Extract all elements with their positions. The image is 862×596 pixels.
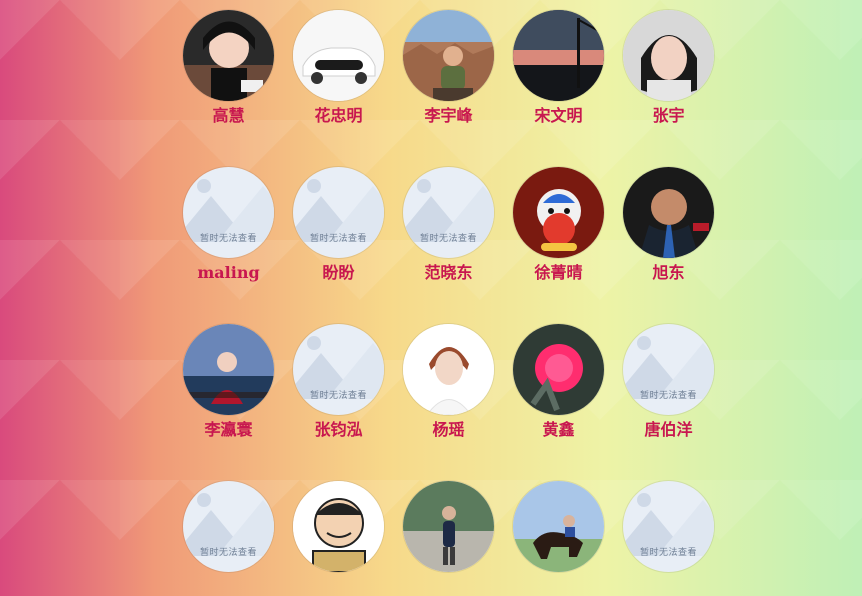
avatar-image-steps bbox=[403, 481, 494, 572]
avatar-image-horse bbox=[513, 481, 604, 572]
avatar-image-toy bbox=[513, 167, 604, 258]
avatar-placeholder[interactable]: 暂时无法查看 bbox=[183, 167, 274, 258]
person-card[interactable]: 暂时无法查看 bbox=[623, 481, 714, 596]
avatar-photo[interactable] bbox=[513, 481, 604, 572]
avatar-photo[interactable] bbox=[293, 481, 384, 572]
person-name: 张钧泓 bbox=[314, 420, 363, 439]
person-name: 范晓东 bbox=[424, 263, 473, 282]
placeholder-text: 暂时无法查看 bbox=[639, 548, 697, 558]
avatar-photo[interactable] bbox=[183, 10, 274, 101]
person-card[interactable]: 徐菁晴 bbox=[513, 167, 604, 282]
person-name: 张宇 bbox=[652, 106, 685, 125]
avatar-photo[interactable] bbox=[513, 167, 604, 258]
placeholder-sun-icon bbox=[637, 493, 651, 507]
avatar-placeholder[interactable]: 暂时无法查看 bbox=[293, 167, 384, 258]
placeholder-sun-icon bbox=[307, 336, 321, 350]
avatar-photo[interactable] bbox=[513, 10, 604, 101]
avatar-image-woman bbox=[623, 10, 714, 101]
avatar-placeholder[interactable]: 暂时无法查看 bbox=[623, 481, 714, 572]
avatar-placeholder[interactable]: 暂时无法查看 bbox=[403, 167, 494, 258]
avatar-photo[interactable] bbox=[403, 481, 494, 572]
placeholder-text: 暂时无法查看 bbox=[309, 391, 367, 401]
avatar-placeholder[interactable]: 暂时无法查看 bbox=[183, 481, 274, 572]
avatar-photo[interactable] bbox=[623, 10, 714, 101]
person-card[interactable]: 黄鑫 bbox=[513, 324, 604, 439]
person-name: 旭东 bbox=[652, 263, 685, 282]
placeholder-sun-icon bbox=[637, 336, 651, 350]
avatar-photo[interactable] bbox=[183, 324, 274, 415]
avatar-photo[interactable] bbox=[623, 167, 714, 258]
person-card[interactable] bbox=[403, 481, 494, 596]
person-card[interactable] bbox=[293, 481, 384, 596]
avatar-image-flower bbox=[513, 324, 604, 415]
placeholder-sun-icon bbox=[307, 179, 321, 193]
avatar-image-car bbox=[293, 10, 384, 101]
person-card[interactable]: 暂时无法查看 唐伯洋 bbox=[623, 324, 714, 439]
avatar-image-girl bbox=[183, 10, 274, 101]
person-card[interactable]: 暂时无法查看 盼盼 bbox=[293, 167, 384, 282]
people-grid-container: 高慧 花忠明 李宇峰 宋文明 张宇 暂时无法查看 maling 暂时无法查看 盼… bbox=[183, 10, 723, 572]
placeholder-text: 暂时无法查看 bbox=[639, 391, 697, 401]
person-name: 花忠明 bbox=[314, 106, 363, 125]
person-name: maling bbox=[197, 263, 260, 282]
placeholder-text: 暂时无法查看 bbox=[419, 234, 477, 244]
avatar-placeholder[interactable]: 暂时无法查看 bbox=[623, 324, 714, 415]
person-name: 徐菁晴 bbox=[534, 263, 583, 282]
person-card[interactable]: 花忠明 bbox=[293, 10, 384, 125]
person-name: 李瀛寰 bbox=[204, 420, 253, 439]
avatar-image-portrait bbox=[403, 324, 494, 415]
person-card[interactable]: 暂时无法查看 maling bbox=[183, 167, 274, 282]
person-card[interactable]: 李宇峰 bbox=[403, 10, 494, 125]
avatar-image-canyon bbox=[403, 10, 494, 101]
avatar-image-lake bbox=[183, 324, 274, 415]
person-card[interactable] bbox=[513, 481, 604, 596]
person-name: 盼盼 bbox=[322, 263, 355, 282]
person-name: 杨瑶 bbox=[432, 420, 465, 439]
placeholder-sun-icon bbox=[417, 179, 431, 193]
avatar-image-sunset bbox=[513, 10, 604, 101]
person-name: 宋文明 bbox=[534, 106, 583, 125]
person-card[interactable]: 宋文明 bbox=[513, 10, 604, 125]
person-card[interactable]: 暂时无法查看 张钧泓 bbox=[293, 324, 384, 439]
person-name: 李宇峰 bbox=[424, 106, 473, 125]
person-name: 高慧 bbox=[212, 106, 245, 125]
placeholder-sun-icon bbox=[197, 493, 211, 507]
person-card[interactable]: 张宇 bbox=[623, 10, 714, 125]
person-name: 唐伯洋 bbox=[644, 420, 693, 439]
person-card[interactable]: 暂时无法查看 范晓东 bbox=[403, 167, 494, 282]
placeholder-text: 暂时无法查看 bbox=[309, 234, 367, 244]
person-name: 黄鑫 bbox=[542, 420, 575, 439]
avatar-photo[interactable] bbox=[403, 324, 494, 415]
avatar-photo[interactable] bbox=[403, 10, 494, 101]
avatar-photo[interactable] bbox=[293, 10, 384, 101]
person-card[interactable]: 暂时无法查看 bbox=[183, 481, 274, 596]
person-card[interactable]: 杨瑶 bbox=[403, 324, 494, 439]
person-card[interactable]: 高慧 bbox=[183, 10, 274, 125]
avatar-placeholder[interactable]: 暂时无法查看 bbox=[293, 324, 384, 415]
avatar-photo[interactable] bbox=[513, 324, 604, 415]
avatar-image-cartoon bbox=[293, 481, 384, 572]
person-card[interactable]: 旭东 bbox=[623, 167, 714, 282]
people-grid: 高慧 花忠明 李宇峰 宋文明 张宇 暂时无法查看 maling 暂时无法查看 盼… bbox=[183, 10, 723, 596]
avatar-image-man-suit bbox=[623, 167, 714, 258]
placeholder-text: 暂时无法查看 bbox=[199, 234, 257, 244]
placeholder-sun-icon bbox=[197, 179, 211, 193]
placeholder-text: 暂时无法查看 bbox=[199, 548, 257, 558]
person-card[interactable]: 李瀛寰 bbox=[183, 324, 274, 439]
